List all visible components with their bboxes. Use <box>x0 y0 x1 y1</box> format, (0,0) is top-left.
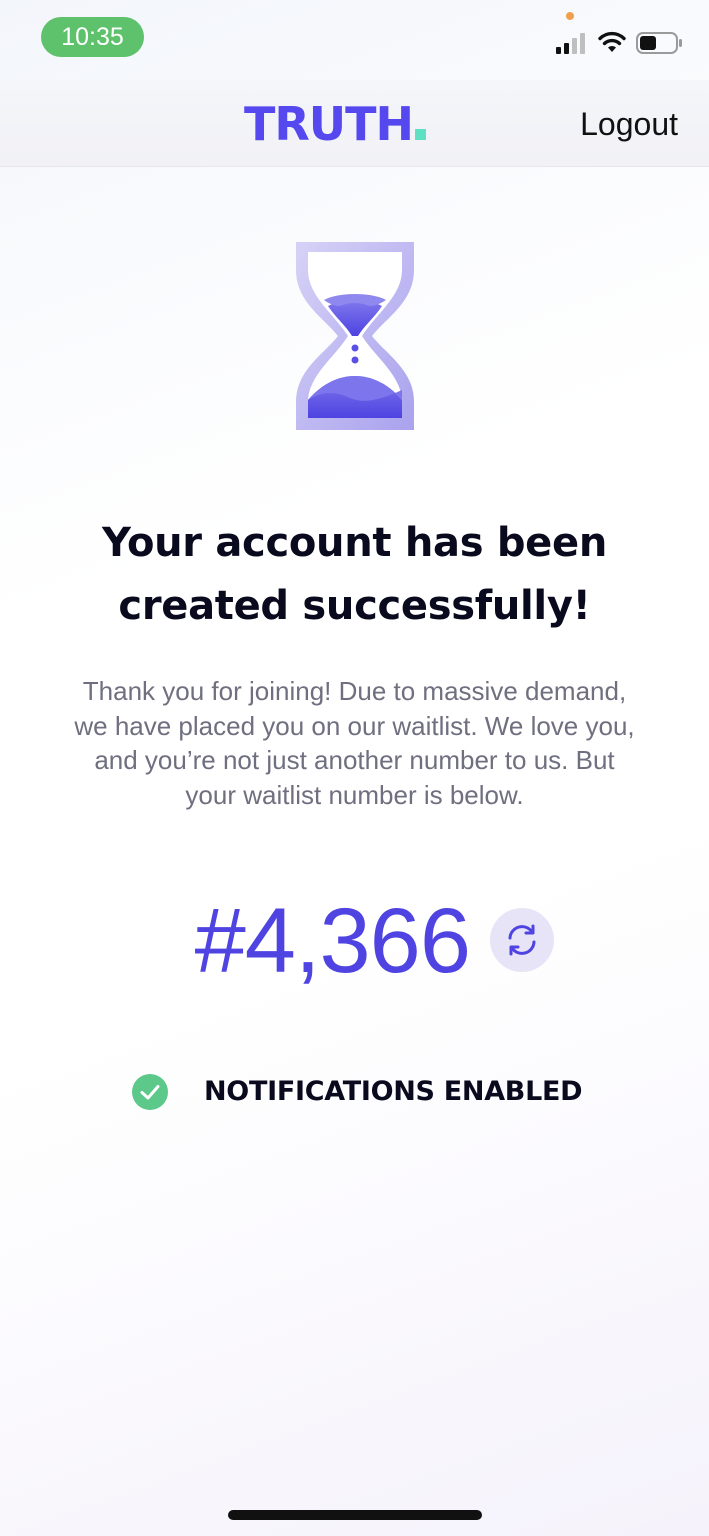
refresh-button[interactable] <box>490 908 554 972</box>
logo-text: TRUTH <box>244 97 414 151</box>
check-circle-icon <box>132 1074 168 1110</box>
notifications-label: NOTIFICATIONS ENABLED <box>204 1076 583 1107</box>
privacy-indicator-dot <box>566 12 574 20</box>
hourglass-icon <box>296 242 414 430</box>
refresh-icon <box>508 924 536 956</box>
truth-logo: TRUTH <box>244 96 427 152</box>
status-bar: 10:35 <box>0 0 709 80</box>
logo-dot <box>415 129 427 140</box>
status-time[interactable]: 10:35 <box>41 17 144 57</box>
app-header: TRUTH Logout <box>0 80 709 167</box>
waitlist-number: #4,366 <box>194 890 471 992</box>
notifications-status: NOTIFICATIONS ENABLED <box>132 1072 592 1112</box>
waitlist-description: Thank you for joining! Due to massive de… <box>74 676 635 810</box>
battery-icon <box>636 32 682 54</box>
signal-icon <box>556 33 585 54</box>
page-title: Your account has been created successful… <box>101 520 608 629</box>
wifi-icon <box>598 31 626 52</box>
home-indicator[interactable] <box>228 1510 482 1520</box>
logout-button[interactable]: Logout <box>580 104 678 144</box>
